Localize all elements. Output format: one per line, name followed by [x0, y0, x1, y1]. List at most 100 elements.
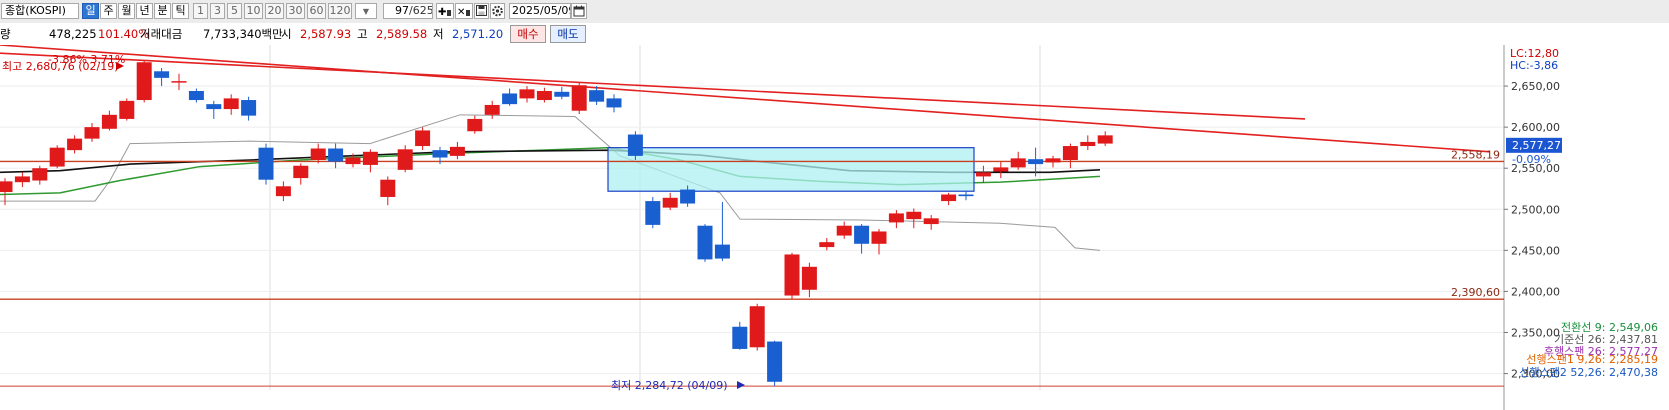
- candle-body: [84, 127, 100, 139]
- legend-span2: 선행스팬2 52,26: 2,470,38: [1519, 366, 1658, 379]
- candle-body: [1010, 158, 1026, 168]
- buy-button[interactable]: 매수: [510, 25, 546, 43]
- candle-body: [645, 201, 661, 225]
- candle-body: [627, 134, 643, 156]
- candle-body: [606, 98, 622, 108]
- sell-button[interactable]: 매도: [550, 25, 586, 43]
- candle-body: [206, 104, 222, 110]
- candle-body: [362, 151, 378, 165]
- period-month-tab[interactable]: 월: [118, 3, 135, 19]
- candle-body: [784, 254, 800, 296]
- candle-body: [1045, 158, 1061, 163]
- amount-label: 거래대금: [140, 27, 183, 41]
- y-tick-label: 2,500,00: [1511, 203, 1560, 216]
- candle-body: [749, 306, 765, 348]
- period-week-tab[interactable]: 주: [100, 3, 117, 19]
- candle-body: [871, 231, 887, 244]
- y-tick-label: 2,600,00: [1511, 121, 1560, 134]
- volume-label: 량: [0, 27, 11, 41]
- candle-body: [101, 114, 117, 129]
- candle-body: [258, 147, 274, 180]
- chevron-down-icon: ▼: [362, 7, 370, 16]
- candle-body: [923, 218, 939, 225]
- chart-background: [0, 45, 1669, 410]
- interval-5-button[interactable]: 5: [227, 3, 242, 19]
- volume-value: 478,225: [49, 27, 97, 41]
- candle-body: [732, 326, 748, 349]
- date-field[interactable]: 2025/05/09: [509, 3, 571, 19]
- legend-span1: 선행스팬1 9,26: 2,285,19: [1526, 353, 1658, 366]
- hc-label: HC:-3,86: [1510, 59, 1558, 72]
- candle-body: [14, 176, 30, 183]
- interval-20-button[interactable]: 20: [265, 3, 284, 19]
- interval-60-button[interactable]: 60: [307, 3, 326, 19]
- candle-body: [0, 181, 13, 193]
- candle-body: [310, 148, 326, 160]
- candle-body: [993, 167, 1009, 172]
- open-value: 2,587.93: [300, 27, 352, 41]
- interval-1-button[interactable]: 1: [193, 3, 208, 19]
- y-tick-label: 2,650,00: [1511, 80, 1560, 93]
- candle-body: [502, 93, 518, 105]
- zoom-out-icon[interactable]: ✕: [455, 3, 473, 19]
- candle-body: [941, 194, 957, 202]
- candle-body: [188, 91, 204, 101]
- current-price-text: 2,577,27: [1512, 139, 1561, 152]
- candle-body: [449, 146, 465, 156]
- candle-body: [432, 150, 448, 158]
- candle-body: [345, 157, 361, 165]
- interval-120-button[interactable]: 120: [328, 3, 352, 19]
- candle-body: [697, 225, 713, 260]
- high-pct-annotation: -3.86% 3.71%: [48, 53, 125, 66]
- period-tick-tab[interactable]: 틱: [172, 3, 189, 19]
- candle-body: [975, 172, 991, 177]
- y-tick-label: 2,400,00: [1511, 285, 1560, 298]
- y-tick-label: 2,350,00: [1511, 327, 1560, 340]
- candle-body: [1062, 146, 1078, 160]
- level-label-2390: 2,390,60: [1451, 286, 1500, 299]
- price-chart[interactable]: 2,650,002,600,002,550,002,500,002,450,00…: [0, 45, 1669, 410]
- period-day-tab[interactable]: 일: [82, 3, 99, 19]
- candle-body: [380, 179, 396, 197]
- candle-body: [275, 186, 291, 197]
- period-minute-tab[interactable]: 분: [154, 3, 171, 19]
- candle-body: [293, 165, 309, 179]
- candle-body: [467, 118, 483, 132]
- count-field[interactable]: 97/625: [383, 3, 433, 19]
- period-year-tab[interactable]: 년: [136, 3, 153, 19]
- count-total: /625: [409, 4, 433, 17]
- candle-body: [801, 266, 817, 290]
- y-tick-label: 2,450,00: [1511, 244, 1560, 257]
- interval-30-button[interactable]: 30: [286, 3, 305, 19]
- level-label-2558: 2,558,19: [1451, 148, 1500, 161]
- candle-body: [662, 197, 678, 208]
- low-value: 2,571.20: [452, 27, 504, 41]
- candle-body: [519, 89, 535, 99]
- candle-body: [819, 242, 835, 248]
- calendar-icon[interactable]: [571, 3, 587, 19]
- save-icon[interactable]: [474, 3, 489, 19]
- candle-body: [67, 138, 83, 151]
- candle-body: [571, 85, 587, 111]
- candle-body: [136, 62, 152, 101]
- interval-10-button[interactable]: 10: [244, 3, 263, 19]
- interval-3-button[interactable]: 3: [210, 3, 225, 19]
- candle-body: [1097, 135, 1113, 144]
- market-selector[interactable]: 종합(KOSPI): [1, 3, 79, 19]
- candle-body: [241, 100, 257, 116]
- zoom-in-icon[interactable]: ✚: [436, 3, 454, 19]
- candle-body: [397, 149, 413, 170]
- candle-body: [536, 91, 552, 101]
- candle-body: [836, 225, 852, 236]
- candle-body: [714, 244, 730, 259]
- candle-body: [484, 104, 500, 115]
- interval-dropdown[interactable]: ▼: [355, 3, 377, 19]
- gear-icon[interactable]: [490, 3, 505, 19]
- candle-body: [589, 90, 605, 102]
- candle-body: [49, 147, 65, 167]
- candle-body: [554, 91, 570, 97]
- open-label: 시: [281, 27, 292, 41]
- candle-body: [223, 98, 239, 110]
- svg-text:✚: ✚: [438, 7, 446, 18]
- low-annotation: 최저 2,284,72 (04/09): [611, 379, 728, 392]
